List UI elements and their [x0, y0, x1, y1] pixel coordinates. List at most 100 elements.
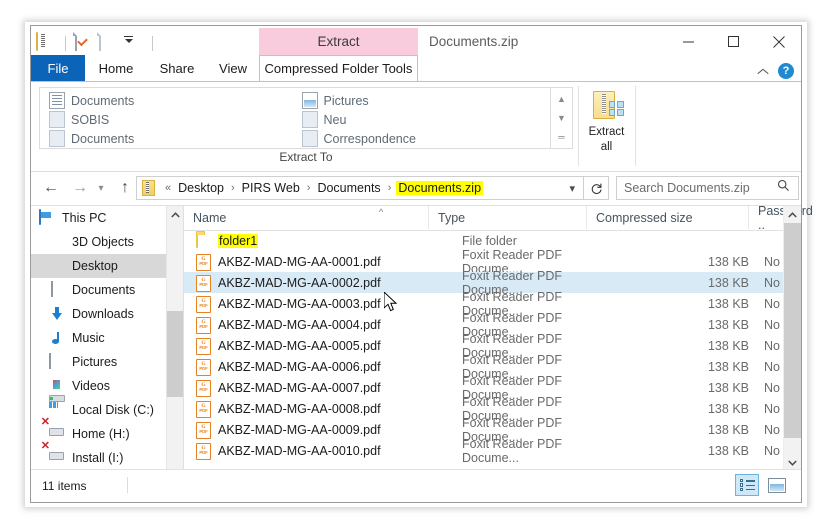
sidebar-item-downloads[interactable]: Downloads: [31, 302, 166, 326]
file-size: 138 KB: [707, 254, 749, 269]
folder-icon: [49, 130, 65, 147]
gallery-item-neu[interactable]: Neu: [298, 110, 542, 129]
sort-ascending-icon: ^: [379, 207, 384, 217]
column-header-name[interactable]: Name: [184, 206, 429, 229]
search-input[interactable]: Search Documents.zip: [616, 176, 799, 200]
file-size: 138 KB: [707, 380, 749, 395]
back-button[interactable]: ←: [39, 177, 63, 199]
sidebar-item-pictures[interactable]: Pictures: [31, 350, 166, 374]
file-name-cell: G PDF AKBZ-MAD-MG-AA-0009.pdf: [184, 421, 429, 439]
gallery-scroll-down-icon[interactable]: ▼: [551, 109, 572, 127]
sidebar-item-install-i[interactable]: ✕ Install (I:): [31, 441, 166, 470]
sidebar-item-label: This PC: [62, 211, 107, 225]
nav-scroll-up-icon[interactable]: [167, 206, 184, 223]
tab-view[interactable]: View: [207, 55, 259, 82]
sidebar-item-music[interactable]: Music: [31, 326, 166, 350]
maximize-button[interactable]: [711, 26, 756, 57]
sidebar-item-label: Documents: [72, 283, 136, 297]
search-icon[interactable]: [777, 179, 798, 197]
list-scroll-thumb[interactable]: [784, 223, 801, 438]
column-header-type[interactable]: Type: [429, 206, 587, 229]
large-icons-view-button[interactable]: [765, 474, 789, 496]
sidebar-item-desktop[interactable]: Desktop: [31, 254, 166, 278]
window-title: Documents.zip: [429, 34, 519, 49]
nav-pane-scrollbar[interactable]: [166, 206, 184, 471]
extract-to-gallery: Documents SOBIS Documents Pictures Neu C…: [40, 88, 550, 148]
chevron-down-icon[interactable]: ▾: [561, 182, 583, 195]
gallery-item-pictures[interactable]: Pictures: [298, 91, 542, 110]
folder-icon: [301, 111, 318, 128]
breadcrumb-item-documents-zip[interactable]: Documents.zip: [396, 181, 484, 195]
file-name: AKBZ-MAD-MG-AA-0002.pdf: [218, 275, 381, 290]
properties-icon[interactable]: [75, 32, 95, 53]
table-row[interactable]: G PDF AKBZ-MAD-MG-AA-0010.pdf Foxit Reade…: [184, 437, 801, 465]
file-list-pane: Name ^ Type Compressed size Password .. …: [184, 204, 813, 471]
breadcrumb-overflow[interactable]: «: [160, 182, 176, 194]
sidebar-item-documents[interactable]: Documents: [31, 278, 166, 302]
tab-home[interactable]: Home: [85, 55, 147, 82]
sidebar-item-home-h[interactable]: ✕ Home (H:): [31, 417, 166, 446]
file-name: AKBZ-MAD-MG-AA-0001.pdf: [218, 254, 381, 269]
details-view-button[interactable]: [735, 474, 759, 496]
customize-caret-icon[interactable]: [123, 33, 143, 53]
explorer-window: Extract Documents.zip ? File Home Share …: [30, 25, 813, 503]
gallery-scroll-up-icon[interactable]: ▲: [551, 90, 572, 108]
extract-to-group-label: Extract To: [279, 150, 333, 164]
file-name-cell: G PDF AKBZ-MAD-MG-AA-0008.pdf: [184, 400, 429, 418]
gallery-item-sobis[interactable]: SOBIS: [45, 110, 289, 129]
gallery-expand-icon[interactable]: ═: [551, 128, 572, 146]
sidebar-item-label: 3D Objects: [72, 235, 134, 249]
new-folder-icon[interactable]: [99, 32, 119, 53]
sidebar-item-label: Install (I:): [72, 451, 124, 465]
3d-objects-icon: [49, 234, 65, 250]
documents-icon: [49, 281, 65, 298]
pdf-icon: G PDF: [196, 442, 211, 460]
list-scroll-up-icon[interactable]: [784, 206, 801, 223]
tab-share[interactable]: Share: [147, 55, 207, 82]
zip-icon[interactable]: [36, 32, 56, 53]
forward-button[interactable]: →: [68, 177, 92, 199]
breadcrumb-item-documents[interactable]: Documents: [315, 181, 382, 195]
file-name-cell: G PDF AKBZ-MAD-MG-AA-0003.pdf: [184, 295, 429, 313]
breadcrumb-separator-icon[interactable]: ›: [302, 182, 316, 194]
nav-scroll-thumb[interactable]: [167, 311, 184, 397]
file-name: folder1: [218, 233, 259, 248]
breadcrumb-item-pirs-web[interactable]: PIRS Web: [240, 181, 302, 195]
refresh-button[interactable]: [584, 176, 609, 200]
ribbon-group-divider-2: [635, 86, 636, 166]
file-size: 138 KB: [707, 296, 749, 311]
up-button[interactable]: ↑: [113, 177, 137, 199]
gallery-item-label: Correspondence: [323, 131, 416, 146]
extract-all-button[interactable]: Extract all: [583, 87, 630, 163]
gallery-item-correspondence[interactable]: Correspondence: [298, 129, 542, 148]
pc-icon: [39, 209, 55, 226]
file-name: AKBZ-MAD-MG-AA-0004.pdf: [218, 317, 381, 332]
gallery-item-label: Documents: [71, 93, 135, 108]
recent-locations-button[interactable]: ▾: [93, 177, 109, 199]
breadcrumb[interactable]: « Desktop › PIRS Web › Documents › Docum…: [136, 176, 584, 200]
sidebar-item-local-disk-c[interactable]: Local Disk (C:): [31, 398, 166, 422]
downloads-icon: [49, 306, 65, 322]
qat-divider-2: [152, 35, 153, 51]
tab-file[interactable]: File: [31, 55, 85, 82]
gallery-item-label: Neu: [323, 112, 347, 127]
file-list-scrollbar[interactable]: [783, 206, 801, 471]
gallery-item-documents-2[interactable]: Documents: [45, 129, 289, 148]
pdf-icon: G PDF: [196, 274, 211, 292]
sidebar-item-this-pc[interactable]: This PC: [31, 206, 166, 230]
gallery-item-documents[interactable]: Documents: [45, 91, 289, 110]
status-bar: 11 items: [31, 469, 801, 502]
sidebar-item-label: Local Disk (C:): [72, 403, 154, 417]
view-toggle-group: [735, 474, 789, 496]
tab-compressed-folder-tools[interactable]: Compressed Folder Tools: [259, 55, 418, 82]
minimize-button[interactable]: [666, 26, 711, 57]
breadcrumb-separator-icon[interactable]: ›: [226, 182, 240, 194]
file-name: AKBZ-MAD-MG-AA-0009.pdf: [218, 422, 381, 437]
column-header-compressed-size[interactable]: Compressed size: [587, 206, 749, 229]
file-size: 138 KB: [707, 401, 749, 416]
breadcrumb-item-desktop[interactable]: Desktop: [176, 181, 226, 195]
close-icon[interactable]: [756, 26, 801, 57]
file-list: folder1 File folder G PDF AKBZ-MAD-MG-AA-…: [184, 230, 801, 471]
sidebar-item-3d-objects[interactable]: 3D Objects: [31, 230, 166, 254]
breadcrumb-separator-icon[interactable]: ›: [383, 182, 397, 194]
